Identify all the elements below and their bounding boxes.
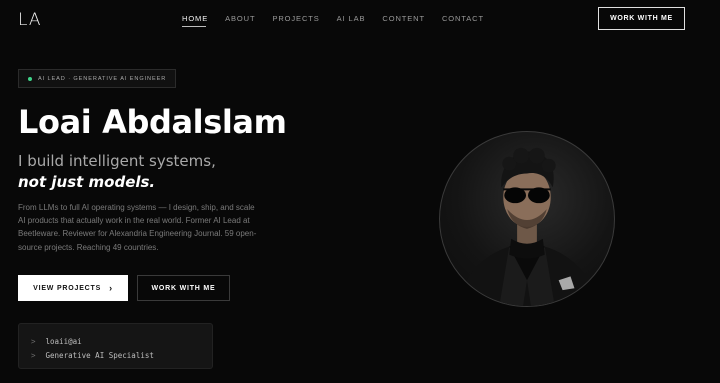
portrait-illustration [457,147,599,306]
status-dot-icon [28,76,32,81]
terminal-line-text: loaii@ai [45,337,82,346]
tagline-line-1: I build intelligent systems, [18,152,216,170]
profile-avatar [439,131,615,307]
terminal-prompt: > [31,337,36,346]
nav-home-label: HOME [182,14,209,23]
view-projects-label: VIEW PROJECTS [33,284,102,292]
nav-home[interactable]: HOME [182,14,209,27]
nav-projects[interactable]: PROJECTS [272,14,319,23]
hero-name: Loai Abdalslam [18,103,287,141]
nav-content[interactable]: CONTENT [382,14,425,23]
nav-ai-lab[interactable]: AI LAB [337,14,366,23]
hero-description: From LLMs to full AI operating systems —… [18,203,257,252]
hero-tagline: I build intelligent systems, not just mo… [18,151,216,193]
view-projects-button[interactable]: VIEW PROJECTS › [18,275,128,301]
tagline-line-2: not just models. [18,173,156,191]
role-badge-label: AI LEAD · GENERATIVE AI ENGINEER [38,75,167,82]
terminal-card: > loaii@ai > Generative AI Specialist [18,323,213,369]
main-nav: HOME ABOUT PROJECTS AI LAB CONTENT CONTA… [182,14,484,27]
chevron-right-icon: › [109,283,113,293]
logo[interactable]: LA [18,10,42,30]
work-with-me-button[interactable]: WORK WITH ME [137,275,230,301]
terminal-prompt: > [31,351,36,360]
nav-contact[interactable]: CONTACT [442,14,484,23]
work-with-me-header-button[interactable]: WORK WITH ME [598,7,685,30]
nav-about[interactable]: ABOUT [225,14,255,23]
role-badge: AI LEAD · GENERATIVE AI ENGINEER [18,69,177,88]
terminal-line: > loaii@ai [31,335,200,349]
terminal-line-text: Generative AI Specialist [45,351,154,360]
terminal-line: > Generative AI Specialist [31,349,200,363]
nav-active-underline [182,26,206,27]
